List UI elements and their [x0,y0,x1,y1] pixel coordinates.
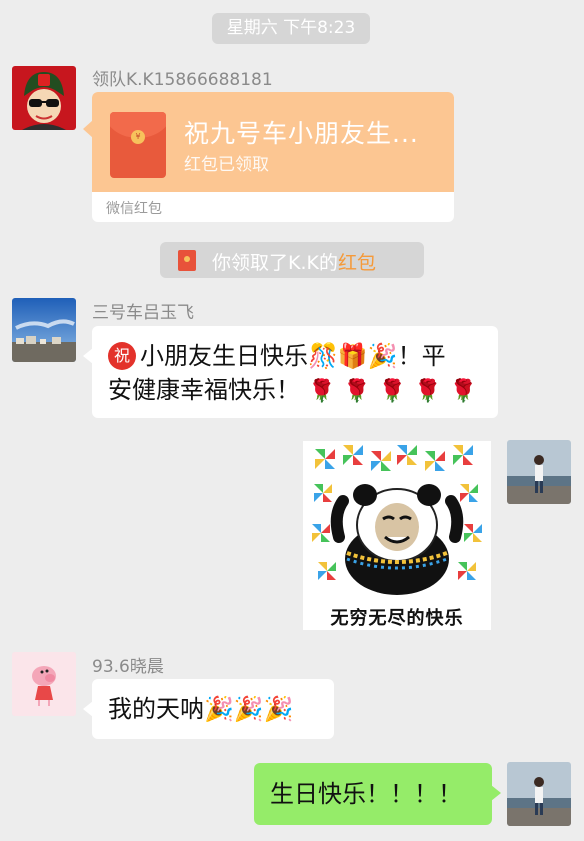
red-envelope-icon: ¥ [110,112,166,178]
my-message-bubble[interactable]: 生日快乐！！！！ [254,763,501,825]
sticker-image[interactable]: 无穷无尽的快乐 [303,441,491,630]
confetti-icon: 🎉 [233,695,264,723]
bubble-tail [491,785,501,801]
message-text: 小朋友生日快乐 [140,342,308,370]
message-text: 生日快乐！！！！ [270,780,462,808]
bless-icon: 祝 [108,342,136,370]
message-text: 我的天呐 [108,695,204,723]
timestamp: 星期六 下午8:23 [212,13,370,44]
red-packet-status: 红包已领取 [184,155,269,175]
gift-icon: 🎁 [337,342,368,370]
bubble-tail [83,348,93,364]
bubble-tail [83,701,93,717]
message-bubble[interactable]: 祝小朋友生日快乐🎊🎁🎉！平 安健康幸福快乐！ 🌹 🌹 🌹 🌹 🌹 [83,326,498,418]
bubble-tail [83,120,93,138]
avatar-xc[interactable] [12,652,76,716]
sender-name: 93.6晓晨 [92,657,164,677]
message-bubble[interactable]: 我的天呐🎉🎉🎉 [83,679,334,739]
rose-icon: 🌹 [378,379,407,404]
confetti-icon: 🎉 [263,695,294,723]
sender-name: 三号车吕玉飞 [92,303,194,323]
rose-icon: 🌹 [414,379,442,404]
system-notice: 你领取了K.K的红包 [160,242,424,278]
message-text: 安健康幸福快乐！ [108,376,300,404]
confetti-icon: 🎉 [204,695,234,723]
sender-name: 领队K.K15866688181 [92,70,273,90]
red-packet-title: 祝九号车小朋友生... [184,119,419,148]
coin-icon: ¥ [131,130,145,144]
rose-icon: 🌹 [343,379,371,404]
avatar-lv[interactable] [12,298,76,362]
notice-packet-link[interactable]: 红包 [338,252,376,274]
message-text: ！平 [397,342,446,370]
confetti-icon: 🎉 [367,342,398,370]
rose-icon: 🌹 [308,379,336,404]
notice-text: 你领取了K.K的 [212,252,338,274]
avatar-me[interactable] [507,440,571,504]
red-packet-card[interactable]: ¥ 祝九号车小朋友生... 红包已领取 微信红包 [83,92,454,222]
sticker-caption: 无穷无尽的快乐 [330,608,464,629]
rose-icon: 🌹 [449,379,478,404]
party-popper-icon: 🎊 [308,342,338,370]
avatar-me[interactable] [507,762,571,826]
avatar-kk[interactable] [12,66,76,130]
red-packet-brand: 微信红包 [106,201,162,217]
red-envelope-icon [178,250,196,271]
